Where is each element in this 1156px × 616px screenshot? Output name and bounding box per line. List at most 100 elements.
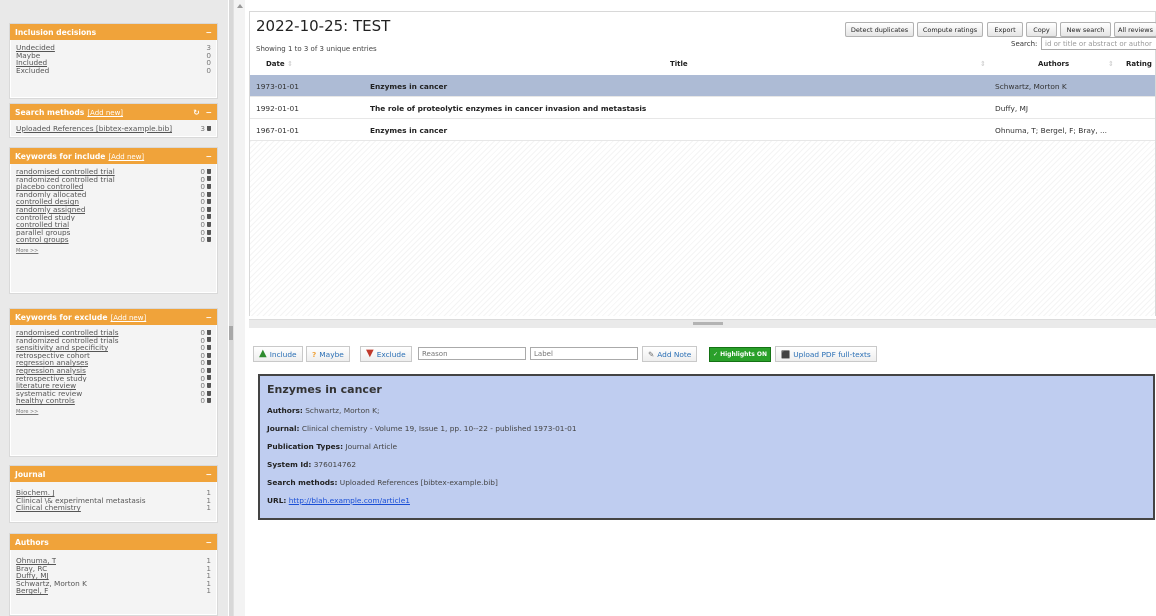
list-item[interactable]: randomly assigned 0 [16, 206, 211, 214]
sort-icon[interactable]: ⇕ [1108, 60, 1114, 68]
list-item-label[interactable]: Maybe [16, 52, 40, 60]
list-item[interactable]: healthy controls 0 [16, 397, 211, 405]
export-button[interactable]: Export [987, 22, 1023, 37]
compute-ratings-button[interactable]: Compute ratings [917, 22, 983, 37]
column-title[interactable]: Title [670, 60, 688, 68]
panel-header[interactable]: Keywords for include [Add new] − [10, 148, 217, 164]
list-item[interactable]: Ohnuma, T1 [16, 557, 211, 565]
splitter-grip[interactable] [693, 322, 723, 325]
detect-duplicates-button[interactable]: Detect duplicates [845, 22, 914, 37]
list-item[interactable]: Schwartz, Morton K1 [16, 580, 211, 588]
list-item-label[interactable]: randomised controlled trial [16, 168, 115, 176]
collapse-icon[interactable]: − [206, 152, 212, 161]
trash-icon[interactable] [207, 360, 211, 366]
new-search-button[interactable]: New search [1060, 22, 1111, 37]
column-date[interactable]: Date ⇕ [266, 60, 293, 68]
list-item-label[interactable]: regression analyses [16, 359, 88, 367]
table-row[interactable]: 1973-01-01 Enzymes in cancer Schwartz, M… [250, 75, 1155, 97]
list-item[interactable]: randomised controlled trial 0 [16, 168, 211, 176]
pane-splitter[interactable] [249, 319, 1156, 328]
panel-header[interactable]: Authors − [10, 534, 217, 550]
trash-icon[interactable] [207, 344, 211, 350]
more-link[interactable]: More >> [16, 409, 217, 415]
copy-button[interactable]: Copy [1026, 22, 1057, 37]
list-item-label[interactable]: Ohnuma, T [16, 557, 56, 565]
list-item[interactable]: control groups 0 [16, 236, 211, 244]
trash-icon[interactable] [207, 176, 211, 182]
list-item-label[interactable]: Uploaded References [bibtex-example.bib] [16, 125, 172, 133]
list-item-label[interactable]: systematic review [16, 390, 82, 398]
trash-icon[interactable] [207, 191, 211, 197]
highlights-toggle[interactable]: ✓ Highlights ON [709, 347, 771, 362]
list-item[interactable]: Clinical \& experimental metastasis 1 [16, 496, 211, 505]
trash-icon[interactable] [207, 168, 211, 174]
include-button[interactable]: ▲ Include [253, 346, 303, 362]
trash-icon[interactable] [207, 329, 211, 335]
collapse-icon[interactable]: − [206, 108, 212, 117]
list-item-label[interactable]: retrospective cohort [16, 352, 90, 360]
trash-icon[interactable] [207, 398, 211, 404]
table-row[interactable]: 1967-01-01 Enzymes in cancer Ohnuma, T; … [250, 119, 1155, 141]
collapse-icon[interactable]: − [206, 313, 212, 322]
list-item[interactable]: literature review 0 [16, 382, 211, 390]
list-item-label[interactable]: parallel groups [16, 229, 70, 237]
trash-icon[interactable] [207, 125, 211, 131]
list-item-label[interactable]: randomised controlled trials [16, 329, 119, 337]
list-item-label[interactable]: randomly assigned [16, 206, 85, 214]
table-row[interactable]: 1992-01-01 The role of proteolytic enzym… [250, 97, 1155, 119]
all-reviews-button[interactable]: All reviews [1114, 22, 1156, 37]
list-item[interactable]: Uploaded References [bibtex-example.bib]… [16, 125, 211, 133]
exclude-button[interactable]: ▼ Exclude [360, 346, 412, 362]
panel-header[interactable]: Keywords for exclude [Add new] − [10, 309, 217, 325]
list-item[interactable]: retrospective cohort 0 [16, 352, 211, 360]
list-item-label[interactable]: regression analysis [16, 367, 86, 375]
maybe-button[interactable]: ? Maybe [306, 346, 350, 362]
list-item-label[interactable]: controlled trial [16, 221, 69, 229]
list-item-label[interactable]: Schwartz, Morton K [16, 580, 87, 588]
more-link[interactable]: More >> [16, 248, 217, 254]
list-item-label[interactable]: sensitivity and specificity [16, 344, 108, 352]
list-item[interactable]: Maybe 0 [16, 51, 211, 60]
trash-icon[interactable] [207, 229, 211, 235]
panel-header[interactable]: Inclusion decisions − [10, 24, 217, 40]
list-item-label[interactable]: randomized controlled trial [16, 176, 115, 184]
list-item[interactable]: Clinical chemistry 1 [16, 504, 211, 512]
trash-icon[interactable] [207, 206, 211, 212]
trash-icon[interactable] [207, 352, 211, 358]
list-item-label[interactable]: controlled study [16, 214, 75, 222]
list-item[interactable]: regression analysis 0 [16, 367, 211, 375]
list-item[interactable]: randomized controlled trial 0 [16, 175, 211, 184]
list-item-label[interactable]: placebo controlled [16, 183, 84, 191]
list-item[interactable]: controlled design 0 [16, 198, 211, 206]
list-item-label[interactable]: retrospective study [16, 375, 87, 383]
list-item-label[interactable]: Biochem. J [16, 489, 55, 497]
trash-icon[interactable] [207, 183, 211, 189]
refresh-icon[interactable]: ↻ [193, 108, 199, 117]
upload-pdf-button[interactable]: ⬛ Upload PDF full-texts [775, 346, 877, 362]
scroll-up-icon[interactable] [237, 4, 243, 8]
list-item-label[interactable]: Bray, RC [16, 565, 47, 573]
trash-icon[interactable] [207, 367, 211, 373]
list-item[interactable]: Excluded 0 [16, 67, 211, 75]
list-item[interactable]: parallel groups 0 [16, 229, 211, 237]
list-item-label[interactable]: Included [16, 59, 47, 67]
list-item[interactable]: Undecided 3 [16, 44, 211, 52]
list-item-label[interactable]: control groups [16, 236, 69, 244]
add-note-button[interactable]: ✎ Add Note [642, 346, 698, 362]
column-authors[interactable]: Authors [1038, 60, 1069, 68]
panel-header[interactable]: Search methods [Add new] ↻ − [10, 104, 217, 120]
add-search-method-link[interactable]: [Add new] [87, 109, 123, 117]
trash-icon[interactable] [207, 237, 211, 243]
trash-icon[interactable] [207, 337, 211, 343]
add-keyword-exclude-link[interactable]: [Add new] [110, 314, 146, 322]
label-input[interactable] [530, 347, 638, 360]
list-item[interactable]: systematic review 0 [16, 390, 211, 398]
list-item-label[interactable]: Bergel, F [16, 587, 48, 595]
column-rating[interactable]: Rating [1126, 60, 1152, 68]
list-item-label[interactable]: randomly allocated [16, 191, 86, 199]
collapse-icon[interactable]: − [206, 538, 212, 547]
trash-icon[interactable] [207, 375, 211, 381]
list-item[interactable]: controlled study 0 [16, 213, 211, 222]
list-item-label[interactable]: controlled design [16, 198, 79, 206]
search-input[interactable] [1041, 37, 1156, 50]
